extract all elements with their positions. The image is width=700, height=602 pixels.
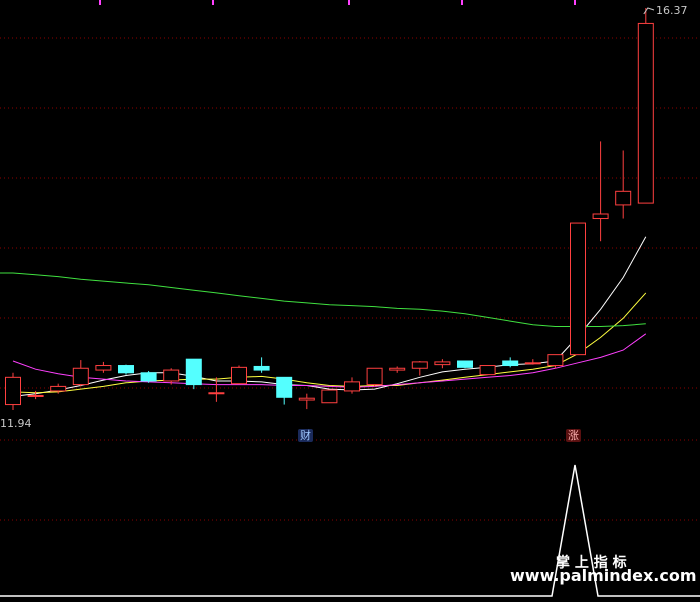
- ma-line-ma_green: [12, 272, 646, 327]
- candle-body-up: [72, 367, 89, 386]
- candle-body-down: [276, 376, 293, 398]
- candle-body-up: [524, 362, 541, 365]
- low-price-label: 11.94: [0, 417, 32, 430]
- chart-stage: 16.37 11.94 财 涨 掌 上 指 标 www.palmindex.co…: [0, 0, 700, 598]
- candle-body-up: [5, 376, 21, 406]
- candle-body-up: [615, 190, 632, 206]
- candle-body-up: [163, 369, 180, 382]
- candle-body-down: [185, 358, 202, 386]
- candle-body-down: [253, 365, 270, 371]
- candle-body-up: [570, 222, 586, 356]
- candle-body-up: [411, 361, 428, 369]
- candlestick-chart: [0, 0, 700, 597]
- candle-body-up: [389, 367, 406, 371]
- candle-body-up: [637, 22, 654, 204]
- candle-body-up: [321, 389, 338, 404]
- high-price-label: 16.37: [656, 4, 688, 17]
- candle-body-down: [118, 365, 134, 374]
- candle-body-up: [344, 381, 360, 392]
- candle-body-down: [457, 360, 473, 368]
- candle-body-up: [298, 397, 315, 401]
- candle-body-up: [231, 366, 247, 385]
- candle-body-up: [95, 365, 112, 371]
- candle-body-up: [27, 394, 44, 397]
- candle-body-up: [547, 354, 564, 367]
- candle-body-up: [366, 367, 383, 386]
- candle-body-down: [140, 372, 157, 382]
- watermark-url: www.palmindex.com: [510, 566, 697, 585]
- candle-body-up: [434, 361, 451, 366]
- candle-body-down: [502, 360, 519, 367]
- candle-body-up: [208, 392, 225, 395]
- ma-line-ma_yellow: [12, 292, 647, 394]
- badge-zhang: 涨: [566, 429, 581, 442]
- ma-line-ma_white: [12, 236, 647, 397]
- candle-body-up: [592, 213, 609, 220]
- candle-body-up: [50, 385, 67, 392]
- badge-cai: 财: [298, 429, 313, 442]
- candle-body-up: [479, 365, 496, 376]
